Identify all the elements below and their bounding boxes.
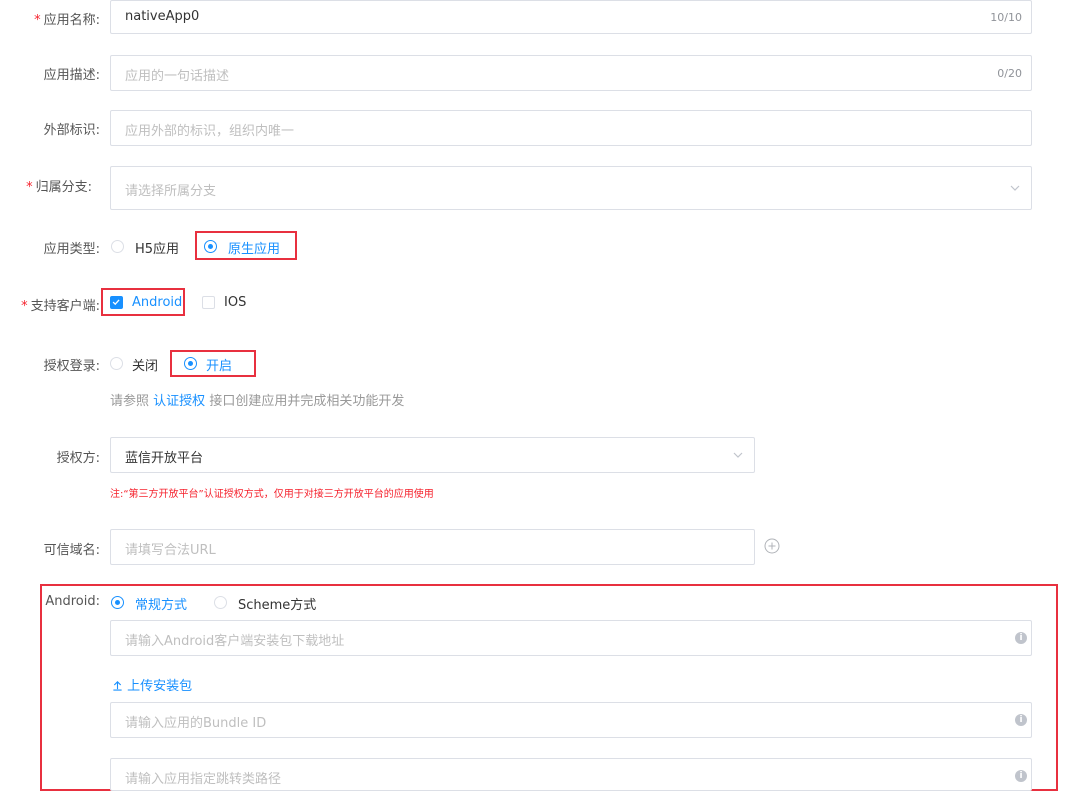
clients-label: * 支持客户端: <box>21 299 100 314</box>
auth-party-value: 蓝信开放平台 <box>125 451 204 466</box>
external-id-label: 外部标识: <box>43 123 100 138</box>
auth-login-label: 授权登录: <box>43 359 100 374</box>
external-id-input[interactable]: 应用外部的标识，组织内唯一 <box>110 110 1032 146</box>
jump-path-input[interactable]: 请输入应用指定跳转类路径 i <box>110 758 1032 791</box>
android-download-url-placeholder: 请输入Android客户端安装包下载地址 <box>125 634 345 649</box>
upload-package-button[interactable]: 上传安装包 <box>112 675 192 694</box>
app-desc-input[interactable]: 应用的一句话描述 0/20 <box>110 55 1032 91</box>
android-checkbox-label[interactable]: Android <box>132 295 182 310</box>
auth-hint: 请参照 认证授权 接口创建应用并完成相关功能开发 <box>110 394 405 409</box>
jump-path-placeholder: 请输入应用指定跳转类路径 <box>125 772 282 787</box>
app-type-native-label[interactable]: 原生应用 <box>228 238 280 257</box>
auth-party-select[interactable]: 蓝信开放平台 <box>110 437 755 473</box>
trusted-domain-input[interactable]: 请填写合法URL <box>110 529 755 565</box>
info-icon: i <box>1015 632 1027 644</box>
info-icon: i <box>1015 714 1027 726</box>
auth-on-label[interactable]: 开启 <box>206 355 232 374</box>
auth-off-label[interactable]: 关闭 <box>132 355 158 374</box>
android-mode-normal-radio[interactable] <box>111 596 124 609</box>
branch-select[interactable]: 请选择所属分支 <box>110 166 1032 210</box>
upload-icon <box>113 681 122 691</box>
app-name-label: * 应用名称: <box>34 13 100 28</box>
branch-label: * 归属分支: <box>26 180 92 195</box>
android-checkbox[interactable] <box>110 296 123 309</box>
android-mode-scheme-label[interactable]: Scheme方式 <box>238 594 316 613</box>
bundle-id-input[interactable]: 请输入应用的Bundle ID i <box>110 702 1032 738</box>
auth-doc-link[interactable]: 认证授权 <box>153 394 205 409</box>
auth-off-radio[interactable] <box>110 357 123 370</box>
trusted-domain-label: 可信域名: <box>43 543 100 558</box>
app-desc-char-count: 0/20 <box>997 67 1022 80</box>
app-name-value: nativeApp0 <box>125 9 200 24</box>
auth-party-label: 授权方: <box>56 451 100 466</box>
required-mark: * <box>26 180 33 195</box>
chevron-down-icon <box>1010 185 1020 191</box>
ios-checkbox-label[interactable]: IOS <box>224 295 246 310</box>
bundle-id-placeholder: 请输入应用的Bundle ID <box>125 716 267 731</box>
android-mode-scheme-radio[interactable] <box>214 596 227 609</box>
required-mark: * <box>34 13 41 28</box>
required-mark: * <box>21 299 28 314</box>
auth-on-radio[interactable] <box>184 357 197 370</box>
app-desc-label: 应用描述: <box>43 68 100 83</box>
info-icon: i <box>1015 770 1027 782</box>
app-type-native-radio[interactable] <box>204 240 217 253</box>
android-mode-normal-label[interactable]: 常规方式 <box>135 594 187 613</box>
app-type-label: 应用类型: <box>43 242 100 257</box>
app-name-input[interactable]: nativeApp0 10/10 <box>110 0 1032 34</box>
android-label: Android: <box>45 594 100 609</box>
auth-party-note: 注:“第三方开放平台”认证授权方式，仅用于对接三方开放平台的应用使用 <box>110 489 434 500</box>
ios-checkbox[interactable] <box>202 296 215 309</box>
add-circle-icon[interactable] <box>764 538 780 554</box>
app-type-h5-label[interactable]: H5应用 <box>135 238 179 257</box>
external-id-placeholder: 应用外部的标识，组织内唯一 <box>125 124 295 139</box>
app-name-char-count: 10/10 <box>990 11 1022 24</box>
app-type-h5-radio[interactable] <box>111 240 124 253</box>
android-download-url-input[interactable]: 请输入Android客户端安装包下载地址 i <box>110 620 1032 656</box>
app-desc-placeholder: 应用的一句话描述 <box>125 69 230 84</box>
branch-placeholder: 请选择所属分支 <box>125 184 217 199</box>
trusted-domain-placeholder: 请填写合法URL <box>125 543 216 558</box>
check-icon <box>112 299 120 306</box>
chevron-down-icon <box>733 452 743 458</box>
